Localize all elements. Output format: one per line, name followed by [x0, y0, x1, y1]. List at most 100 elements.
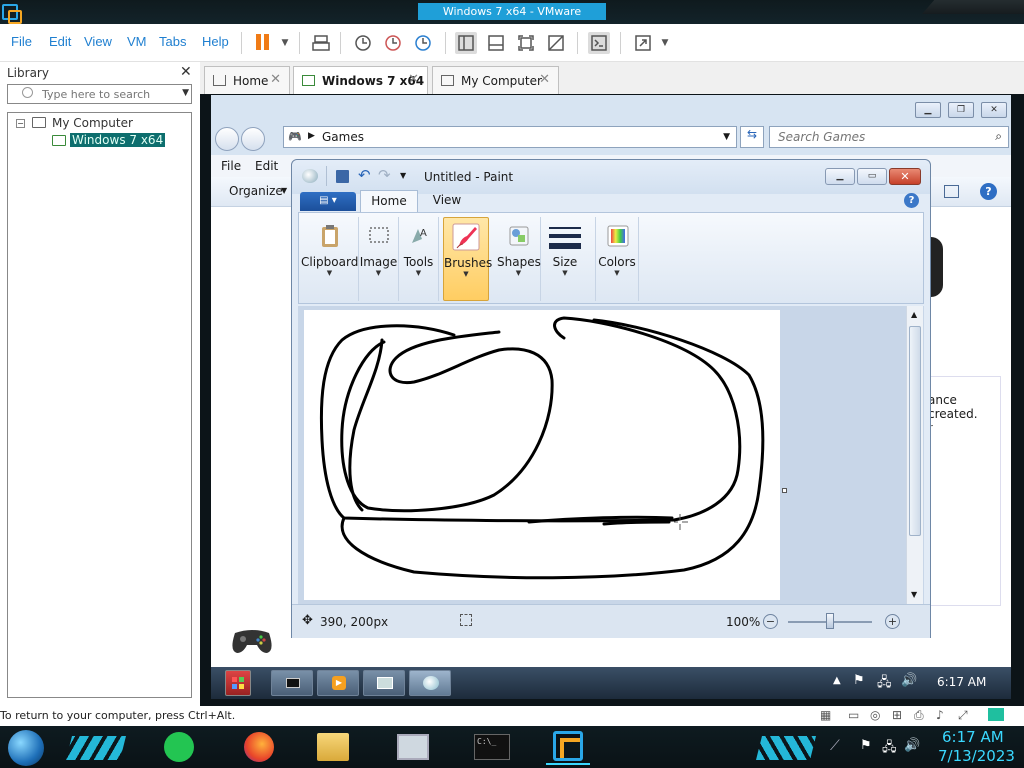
chevron-down-icon[interactable]: ▼	[281, 186, 287, 195]
revert-snapshot-icon[interactable]	[382, 32, 404, 54]
taskbar-paint-button[interactable]	[409, 670, 451, 696]
preview-pane-icon[interactable]	[944, 185, 959, 198]
ribbon-group-image[interactable]: Image ▼	[359, 217, 399, 301]
help-icon[interactable]: ?	[904, 193, 919, 208]
close-icon[interactable]: ✕	[270, 72, 281, 87]
close-button[interactable]: ✕	[889, 168, 921, 185]
customize-qat-icon[interactable]: ▼	[400, 171, 406, 180]
zoom-out-button[interactable]: −	[763, 614, 778, 629]
scroll-down-icon[interactable]: ▼	[911, 590, 917, 599]
scroll-up-icon[interactable]: ▲	[911, 310, 917, 319]
start-orb-icon[interactable]	[8, 730, 44, 766]
volume-icon[interactable]: 🔊	[904, 738, 920, 753]
thumbnail-bar-icon[interactable]	[485, 32, 507, 54]
zoom-in-button[interactable]: +	[885, 614, 900, 629]
vertical-scrollbar[interactable]: ▲ ▼	[906, 306, 923, 604]
canvas-resize-handle[interactable]	[782, 488, 787, 493]
devices-icon[interactable]: ▦	[820, 708, 831, 722]
ribbon-group-brushes[interactable]: Brushes ▼	[443, 217, 492, 301]
snapshot-icon[interactable]	[352, 32, 374, 54]
chevron-down-icon[interactable]: ▼	[723, 132, 730, 142]
search-games-input[interactable]	[778, 130, 978, 144]
full-screen-icon[interactable]	[515, 32, 537, 54]
show-library-icon[interactable]	[455, 32, 477, 54]
snapshot-manager-icon[interactable]	[412, 32, 434, 54]
save-icon[interactable]	[336, 170, 349, 183]
scrollbar-thumb[interactable]	[909, 326, 921, 536]
back-button[interactable]	[215, 127, 239, 151]
menu-tabs[interactable]: Tabs	[159, 34, 186, 49]
taskbar-monitor[interactable]	[394, 729, 432, 765]
unity-mode-icon[interactable]	[545, 32, 567, 54]
action-center-flag-icon[interactable]: ⚑	[860, 738, 872, 753]
tree-item-windows-7-x64[interactable]: Windows 7 x64	[70, 133, 166, 147]
show-hidden-icons-icon[interactable]: ▲	[833, 675, 841, 686]
host-clock-time[interactable]: 6:17 AM	[942, 728, 1004, 746]
taskbar-firefox[interactable]	[240, 729, 278, 765]
library-close-icon[interactable]: ✕	[180, 64, 192, 80]
zoom-slider-thumb[interactable]	[826, 613, 834, 629]
maximize-button[interactable]: ▭	[857, 168, 887, 185]
sound-card-icon[interactable]: ♪	[936, 708, 944, 722]
host-clock-date[interactable]: 7/13/2023	[938, 747, 1015, 765]
refresh-icon[interactable]: ⇆	[740, 126, 764, 148]
taskbar-vmware[interactable]	[546, 729, 590, 765]
menu-edit[interactable]: Edit	[49, 34, 71, 49]
explorer-menu-edit[interactable]: Edit	[255, 159, 278, 173]
action-center-flag-icon[interactable]: ⚑	[853, 673, 865, 688]
tab-windows-7-x64[interactable]: Windows 7 x64 ✕	[293, 66, 428, 94]
tab-my-computer[interactable]: My Computer ✕	[432, 66, 559, 94]
taskbar-explorer-button[interactable]	[271, 670, 313, 696]
close-icon[interactable]: ✕	[539, 72, 550, 87]
menu-file[interactable]: File	[11, 34, 32, 49]
tree-collapse-toggle[interactable]: −	[16, 119, 25, 128]
tab-home[interactable]: Home ✕	[204, 66, 290, 94]
stretch-dropdown-icon[interactable]: ▼	[654, 32, 676, 54]
network-icon[interactable]: 🖧	[877, 673, 892, 695]
stretch-guest-icon[interactable]	[632, 32, 654, 54]
menu-help[interactable]: Help	[202, 34, 229, 49]
minimize-button[interactable]: ▁	[915, 102, 941, 118]
ribbon-group-colors[interactable]: Colors ▼	[595, 217, 639, 301]
restore-button[interactable]: ❐	[948, 102, 974, 118]
help-icon[interactable]: ?	[980, 183, 997, 200]
library-search-box[interactable]: ▼	[7, 84, 192, 104]
library-search-input[interactable]	[42, 87, 172, 102]
menu-vm[interactable]: VM	[127, 34, 147, 49]
cd-drive-icon[interactable]: ◎	[870, 708, 880, 722]
paint-menu-button[interactable]: ▤ ▾	[300, 192, 356, 211]
forward-button[interactable]	[241, 127, 265, 151]
ribbon-group-tools[interactable]: A Tools ▼	[399, 217, 439, 301]
taskbar-media-player-button[interactable]: ▶	[317, 670, 359, 696]
tree-item-my-computer[interactable]: My Computer	[52, 116, 133, 130]
tab-home[interactable]: Home	[360, 190, 418, 212]
menu-view[interactable]: View	[84, 34, 112, 49]
network-adapter-icon[interactable]: ⊞	[892, 708, 902, 722]
volume-icon[interactable]: 🔊	[901, 673, 917, 688]
redo-icon[interactable]: ↷	[378, 166, 391, 184]
close-icon[interactable]: ✕	[408, 72, 419, 87]
organize-button[interactable]: Organize	[229, 184, 283, 198]
minimize-button[interactable]: ▁	[825, 168, 855, 185]
message-log-icon[interactable]	[988, 708, 1004, 721]
guest-clock[interactable]: 6:17 AM	[937, 675, 986, 689]
chevron-down-icon[interactable]: ▼	[182, 88, 189, 98]
console-view-icon[interactable]	[588, 32, 610, 54]
hard-disk-icon[interactable]: ▭	[848, 708, 859, 722]
ribbon-group-shapes[interactable]: Shapes ▼	[497, 217, 541, 301]
ribbon-group-clipboard[interactable]: Clipboard ▼	[301, 217, 359, 301]
taskbar-files[interactable]	[314, 729, 352, 765]
display-icon[interactable]: ⤢	[958, 708, 968, 723]
paint-canvas[interactable]	[304, 310, 780, 600]
ribbon-group-size[interactable]: Size ▼	[545, 217, 585, 301]
tab-view[interactable]: View	[422, 190, 472, 212]
undo-icon[interactable]: ↶	[358, 166, 371, 184]
show-desktop-icon[interactable]: ⟋	[830, 738, 840, 754]
printer-icon[interactable]: ⎙	[914, 708, 924, 723]
pause-dropdown-icon[interactable]: ▼	[274, 32, 296, 54]
network-icon[interactable]: 🖧	[882, 738, 897, 760]
taskbar-app-green[interactable]	[160, 729, 198, 765]
send-ctrl-alt-del-icon[interactable]	[310, 32, 332, 54]
explorer-menu-file[interactable]: File	[221, 159, 241, 173]
close-button[interactable]: ✕	[981, 102, 1007, 118]
